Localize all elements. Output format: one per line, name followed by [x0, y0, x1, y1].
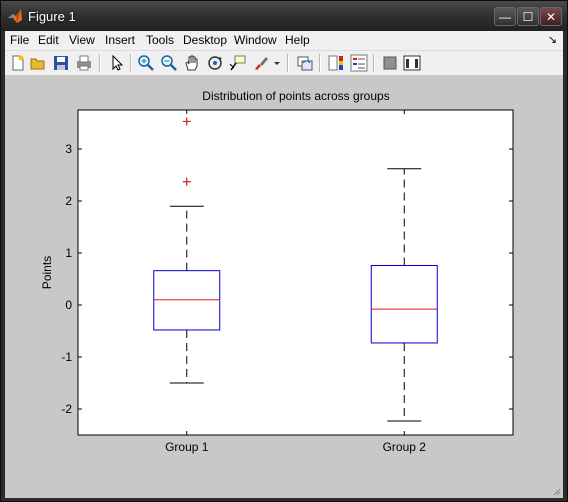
y-tick-label: -2 — [61, 402, 72, 416]
menu-bar: File Edit View Insert Tools Desktop Wind… — [5, 31, 563, 51]
toolbar-separator — [287, 54, 289, 72]
menu-view[interactable]: View — [69, 33, 95, 47]
figure-toolbar — [5, 51, 563, 76]
x-tick-label: Group 2 — [383, 440, 427, 454]
pan-hand-icon[interactable] — [183, 54, 201, 72]
toolbar-separator — [99, 54, 101, 72]
brush-icon[interactable] — [252, 54, 270, 72]
open-file-icon[interactable] — [29, 54, 47, 72]
y-tick-label: 0 — [65, 298, 72, 312]
dock-arrow-icon[interactable]: ↘ — [548, 33, 557, 46]
menu-file[interactable]: File — [10, 33, 29, 47]
menu-help[interactable]: Help — [285, 33, 310, 47]
show-plot-tools-icon[interactable] — [403, 54, 421, 72]
window-title: Figure 1 — [28, 9, 76, 24]
new-figure-icon[interactable] — [9, 54, 27, 72]
toolbar-separator — [373, 54, 375, 72]
save-icon[interactable] — [52, 54, 70, 72]
maximize-button[interactable]: ☐ — [517, 7, 539, 26]
close-button[interactable]: ✕ — [540, 7, 562, 26]
toolbar-separator — [130, 54, 132, 72]
matlab-logo-icon — [8, 9, 22, 23]
legend-icon[interactable] — [350, 54, 368, 72]
y-tick-label: 3 — [65, 142, 72, 156]
zoom-in-icon[interactable] — [137, 54, 155, 72]
print-icon[interactable] — [75, 54, 93, 72]
menu-insert[interactable]: Insert — [105, 33, 135, 47]
colorbar-icon[interactable] — [327, 54, 345, 72]
figure-window: Figure 1 — ☐ ✕ File Edit View Insert Too… — [0, 0, 568, 502]
y-tick-label: 2 — [65, 194, 72, 208]
hide-plot-tools-icon[interactable] — [381, 54, 399, 72]
toolbar-separator — [319, 54, 321, 72]
link-plot-icon[interactable] — [296, 54, 314, 72]
title-bar[interactable]: Figure 1 — ☐ ✕ — [1, 1, 567, 31]
brush-dropdown-icon[interactable] — [273, 54, 281, 72]
y-axis-label: Points — [40, 256, 54, 289]
rotate-3d-icon[interactable] — [206, 54, 224, 72]
minimize-button[interactable]: — — [494, 7, 516, 26]
pointer-icon[interactable] — [108, 54, 126, 72]
menu-desktop[interactable]: Desktop — [183, 33, 227, 47]
chart-title: Distribution of points across groups — [202, 89, 389, 103]
resize-grip-icon[interactable] — [551, 486, 561, 496]
axes-frame[interactable] — [77, 109, 514, 436]
zoom-out-icon[interactable] — [160, 54, 178, 72]
menu-edit[interactable]: Edit — [38, 33, 59, 47]
boxplot-chart[interactable]: Distribution of points across groups -2 -… — [5, 76, 563, 498]
y-tick-label: 1 — [65, 246, 72, 260]
y-tick-label: -1 — [61, 350, 72, 364]
figure-canvas[interactable]: Distribution of points across groups -2 -… — [5, 76, 563, 498]
x-tick-label: Group 1 — [165, 440, 209, 454]
menu-window[interactable]: Window — [234, 33, 277, 47]
data-cursor-icon[interactable] — [229, 54, 247, 72]
menu-tools[interactable]: Tools — [146, 33, 174, 47]
